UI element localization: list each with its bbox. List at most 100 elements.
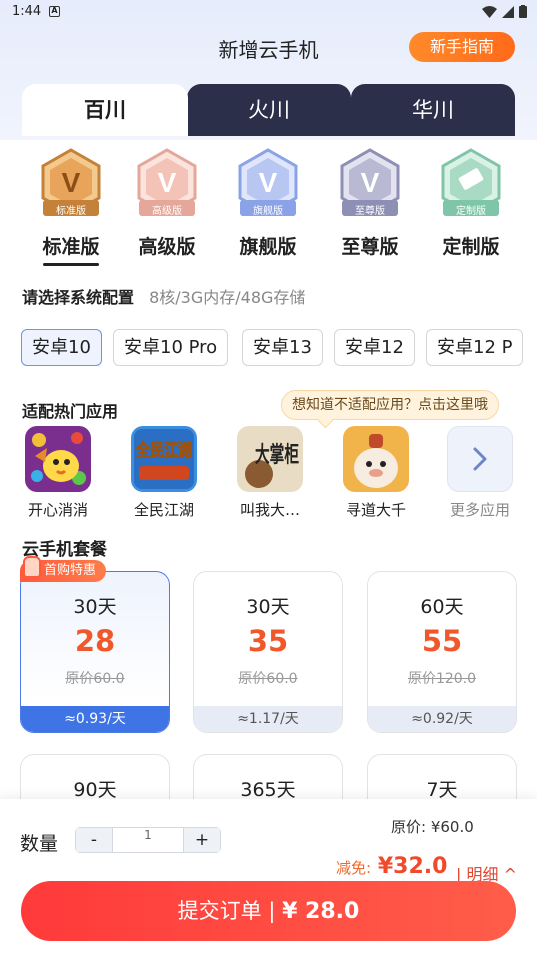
app-item[interactable]: 全民江湖 全民江湖 bbox=[124, 426, 204, 520]
svg-text:V: V bbox=[361, 167, 380, 198]
plan-original-price: 原价60.0 bbox=[65, 671, 125, 687]
notification-icon: A bbox=[49, 6, 60, 17]
plan-days: 30天 bbox=[246, 596, 290, 618]
wifi-icon bbox=[482, 5, 497, 18]
app-name: 开心消消 bbox=[27, 501, 88, 519]
app-name: 寻道大千 bbox=[345, 501, 406, 519]
server-tabs: 百川 火川 华川 bbox=[22, 84, 515, 136]
tier-label: 定制版 bbox=[442, 236, 500, 258]
plan-per-day: ≈0.92/天 bbox=[368, 706, 516, 732]
submit-price: ¥ 28.0 bbox=[282, 899, 360, 924]
os-version-list: 安卓10 安卓10 Pro 安卓13 安卓12 安卓12 P bbox=[21, 329, 537, 367]
discount-row: 减免: ¥32.0 bbox=[336, 854, 447, 879]
tier-label: 旗舰版 bbox=[239, 236, 297, 258]
status-icons bbox=[482, 5, 527, 18]
kaixin-xiaoxiao-icon bbox=[25, 426, 91, 492]
status-bar: 1:44 A bbox=[0, 0, 537, 26]
config-section: 请选择系统配置 8核/3G内存/48G存储 bbox=[22, 284, 305, 308]
tab-baichuan[interactable]: 百川 bbox=[22, 84, 188, 136]
plan-per-day: ≈0.93/天 bbox=[21, 706, 169, 732]
tier-selected-indicator bbox=[43, 263, 99, 266]
chevron-right-icon bbox=[447, 426, 513, 492]
xundao-daqian-icon bbox=[343, 426, 409, 492]
incompatible-apps-tooltip[interactable]: 想知道不适配应用？点击这里哦 bbox=[281, 390, 499, 420]
app-name: 全民江湖 bbox=[133, 501, 194, 519]
thumb-icon bbox=[23, 556, 41, 578]
supreme-badge-icon: V 至尊版 bbox=[335, 148, 405, 218]
tier-badge-text: 高级版 bbox=[152, 206, 182, 217]
more-apps-button[interactable]: 更多应用 bbox=[440, 426, 520, 520]
config-spec: 8核/3G内存/48G存储 bbox=[149, 288, 306, 307]
plan-days: 30天 bbox=[73, 596, 117, 618]
app-item[interactable]: 开心消消 bbox=[18, 426, 98, 520]
first-purchase-badge: 首购特惠 bbox=[20, 556, 107, 582]
signal-icon bbox=[502, 5, 514, 18]
tier-badge-text: 定制版 bbox=[456, 206, 486, 217]
plan-per-day: ≈1.17/天 bbox=[194, 706, 342, 732]
os-option-android12-pro[interactable]: 安卓12 P bbox=[426, 329, 524, 366]
app-item[interactable]: 大掌柜 叫我大… bbox=[230, 426, 310, 520]
discount-amount: ¥32.0 bbox=[377, 854, 448, 879]
submit-label: 提交订单 | bbox=[177, 899, 283, 923]
plan-days: 60天 bbox=[420, 596, 464, 618]
status-time: 1:44 bbox=[12, 4, 42, 19]
svg-text:V: V bbox=[259, 167, 278, 198]
config-title: 请选择系统配置 bbox=[22, 288, 135, 307]
submit-order-button[interactable]: 提交订单 | ¥ 28.0 bbox=[21, 881, 516, 941]
tier-supreme[interactable]: V 至尊版 至尊版 bbox=[325, 148, 415, 259]
plan-original-price: 原价120.0 bbox=[407, 671, 477, 687]
tier-standard[interactable]: V 标准版 标准版 bbox=[26, 148, 116, 266]
decrement-button[interactable]: - bbox=[76, 828, 112, 852]
quanmin-jianghu-icon: 全民江湖 bbox=[131, 426, 197, 492]
svg-text:V: V bbox=[158, 167, 177, 198]
plan-days: 7天 bbox=[426, 779, 458, 801]
tier-flagship[interactable]: V 旗舰版 旗舰版 bbox=[223, 148, 313, 259]
plan-price: 35 bbox=[247, 624, 289, 658]
plan-price: 28 bbox=[74, 624, 116, 658]
app-icon-text: 大掌柜 bbox=[255, 442, 299, 468]
tier-custom[interactable]: 定制版 定制版 bbox=[426, 148, 516, 259]
app-name: 叫我大… bbox=[239, 501, 300, 519]
order-bar: 数量 - 1 + 原价: ¥60.0 减免: ¥32.0 | 明细 ^ 提交订单… bbox=[0, 799, 537, 956]
increment-button[interactable]: + bbox=[184, 828, 220, 852]
tier-selector: V 标准版 标准版 V 高级版 高级版 V 旗舰版 旗舰版 V 至尊版 至尊版 … bbox=[0, 148, 537, 268]
os-option-android10-pro[interactable]: 安卓10 Pro bbox=[113, 329, 229, 366]
plan-price: 55 bbox=[421, 624, 463, 658]
zhanggui-icon: 大掌柜 bbox=[237, 426, 303, 492]
discount-label: 减免: bbox=[336, 859, 372, 877]
quantity-input[interactable]: 1 bbox=[112, 828, 184, 852]
tier-label: 至尊版 bbox=[341, 236, 399, 258]
plan-days: 365天 bbox=[240, 779, 296, 801]
os-option-android12[interactable]: 安卓12 bbox=[334, 329, 415, 366]
tier-advanced[interactable]: V 高级版 高级版 bbox=[122, 148, 212, 259]
app-icon-text: 全民江湖 bbox=[135, 440, 192, 461]
promo-text: 首购特惠 bbox=[44, 563, 97, 578]
tier-badge-text: 至尊版 bbox=[355, 206, 385, 217]
battery-icon bbox=[519, 5, 527, 18]
plan-card[interactable]: 30天 28 原价60.0 ≈0.93/天 bbox=[20, 571, 170, 733]
compatible-apps-title: 适配热门应用 bbox=[22, 402, 119, 421]
app-item[interactable]: 寻道大千 bbox=[336, 426, 416, 520]
standard-badge-icon: V 标准版 bbox=[36, 148, 106, 218]
svg-text:V: V bbox=[62, 167, 81, 198]
tab-huachuan[interactable]: 华川 bbox=[351, 84, 515, 136]
custom-badge-icon: 定制版 bbox=[436, 148, 506, 218]
os-option-android10[interactable]: 安卓10 bbox=[21, 329, 102, 366]
plan-card[interactable]: 30天 35 原价60.0 ≈1.17/天 bbox=[193, 571, 343, 733]
more-apps-label: 更多应用 bbox=[449, 501, 510, 519]
flagship-badge-icon: V 旗舰版 bbox=[233, 148, 303, 218]
tab-huochuan[interactable]: 火川 bbox=[187, 84, 351, 136]
tier-badge-text: 标准版 bbox=[56, 206, 86, 217]
advanced-badge-icon: V 高级版 bbox=[132, 148, 202, 218]
quantity-stepper: - 1 + bbox=[75, 827, 221, 853]
original-total: 原价: ¥60.0 bbox=[391, 818, 474, 836]
beginner-guide-button[interactable]: 新手指南 bbox=[409, 32, 515, 62]
quantity-label: 数量 bbox=[20, 833, 59, 855]
plan-card[interactable]: 60天 55 原价120.0 ≈0.92/天 bbox=[367, 571, 517, 733]
plan-days: 90天 bbox=[73, 779, 117, 801]
os-option-android13[interactable]: 安卓13 bbox=[242, 329, 323, 366]
tier-badge-text: 旗舰版 bbox=[253, 206, 283, 217]
plan-original-price: 原价60.0 bbox=[238, 671, 298, 687]
tier-label: 标准版 bbox=[42, 236, 100, 258]
tier-label: 高级版 bbox=[138, 236, 196, 258]
